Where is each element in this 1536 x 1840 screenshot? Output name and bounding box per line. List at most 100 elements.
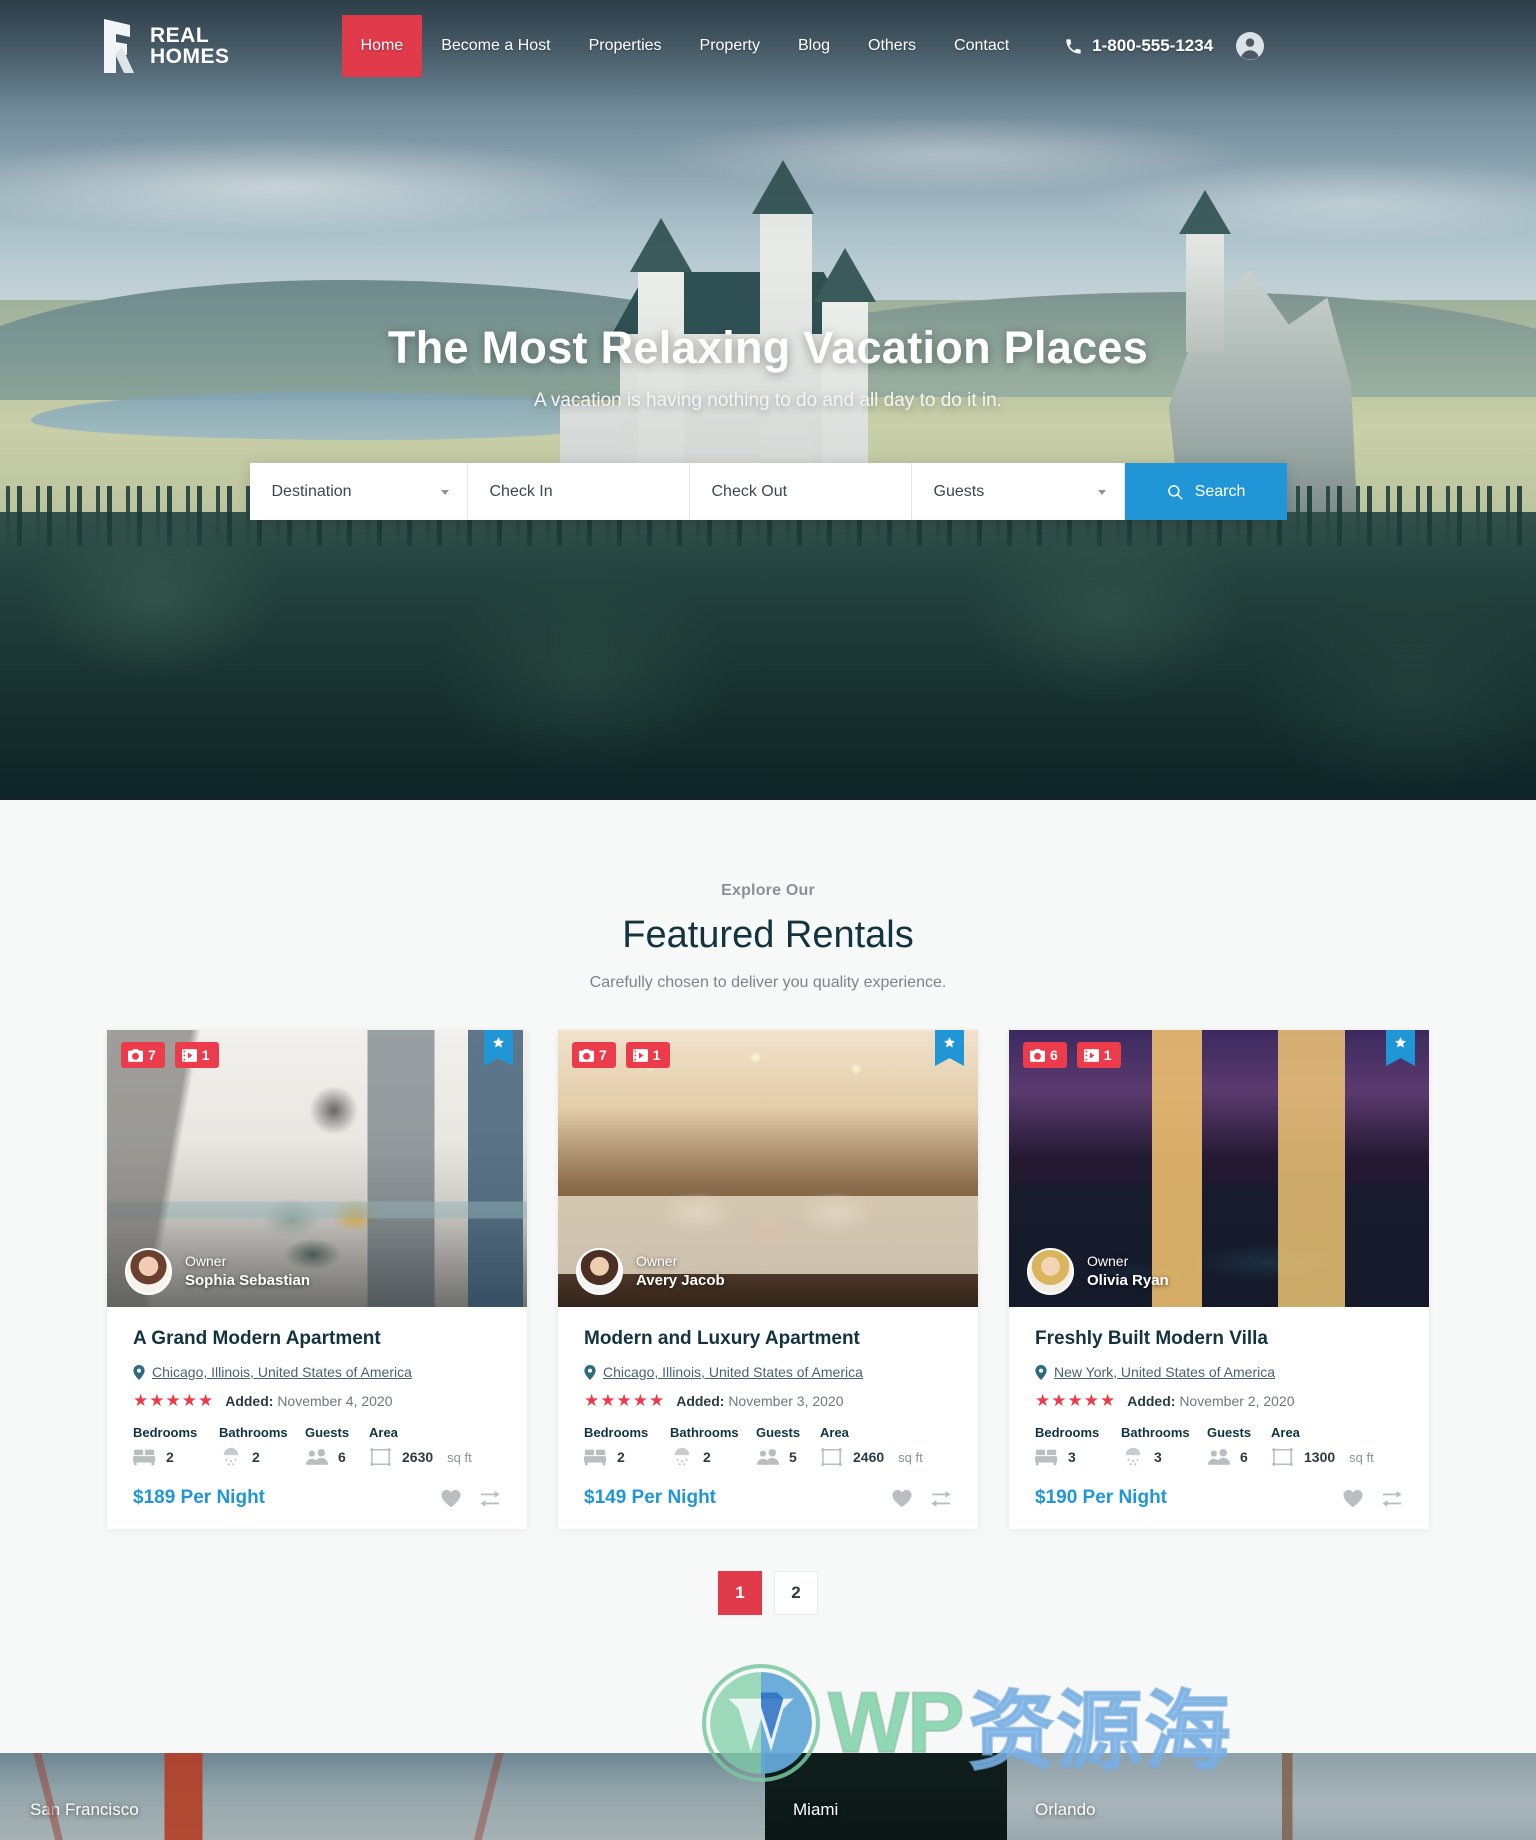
property-owner[interactable]: Owner Avery Jacob xyxy=(576,1248,725,1295)
spec-bathrooms: 2 xyxy=(670,1447,756,1467)
spec-header-bathrooms: Bathrooms xyxy=(1121,1425,1190,1440)
chevron-down-icon xyxy=(440,489,449,495)
spec-header-area: Area xyxy=(369,1425,398,1440)
pagination-page-1[interactable]: 1 xyxy=(718,1571,762,1615)
city-name: Miami xyxy=(793,1800,839,1819)
spec-area: 2630 sq ft xyxy=(369,1447,472,1467)
property-location[interactable]: Chicago, Illinois, United States of Amer… xyxy=(584,1364,952,1380)
nav-item-contact[interactable]: Contact xyxy=(935,15,1028,77)
camera-icon xyxy=(128,1048,143,1062)
property-image[interactable]: 7 1 xyxy=(107,1030,527,1307)
added-value: November 4, 2020 xyxy=(277,1392,393,1409)
guests-select[interactable]: Guests xyxy=(912,463,1125,520)
video-icon xyxy=(632,1048,648,1062)
property-footer: $189 Per Night xyxy=(133,1487,501,1509)
nav-item-home[interactable]: Home xyxy=(341,15,423,77)
photo-count: 7 xyxy=(599,1047,607,1063)
property-card[interactable]: 6 1 Owner Olivia Ryan Freshly Built Mode… xyxy=(1009,1030,1429,1529)
compare-icon[interactable] xyxy=(1381,1488,1403,1508)
photo-count: 6 xyxy=(1050,1047,1058,1063)
logo-line-1: REAL xyxy=(150,24,210,47)
guests-value: 5 xyxy=(789,1449,797,1465)
property-location[interactable]: Chicago, Illinois, United States of Amer… xyxy=(133,1364,501,1380)
nav-item-properties[interactable]: Properties xyxy=(570,15,681,77)
section-description: Carefully chosen to deliver you quality … xyxy=(589,974,947,991)
bathrooms-value: 2 xyxy=(252,1449,260,1465)
property-rating-row: ★★★★★ Added: November 2, 2020 xyxy=(1035,1392,1403,1409)
pagination-page-2[interactable]: 2 xyxy=(774,1571,818,1615)
owner-role: Owner xyxy=(636,1252,678,1269)
bathrooms-value: 3 xyxy=(1154,1449,1162,1465)
added-value: November 3, 2020 xyxy=(728,1392,844,1409)
compare-icon[interactable] xyxy=(930,1488,952,1508)
property-location-text: Chicago, Illinois, United States of Amer… xyxy=(603,1364,863,1380)
checkin-input[interactable]: Check In xyxy=(468,463,690,520)
heart-icon[interactable] xyxy=(440,1488,462,1508)
property-details: Modern and Luxury Apartment Chicago, Ill… xyxy=(558,1307,978,1529)
media-count-badges: 7 1 xyxy=(572,1042,670,1068)
spec-header-bedrooms: Bedrooms xyxy=(133,1425,198,1440)
property-title[interactable]: A Grand Modern Apartment xyxy=(133,1328,501,1350)
search-button[interactable]: Search xyxy=(1124,463,1287,520)
destination-select[interactable]: Destination xyxy=(250,463,468,520)
property-image[interactable]: 7 1 xyxy=(558,1030,978,1307)
nav-item-become-a-host[interactable]: Become a Host xyxy=(422,15,569,77)
heart-icon[interactable] xyxy=(891,1488,913,1508)
spec-headers: Bedrooms Bathrooms Guests Area xyxy=(584,1425,952,1440)
star-icon xyxy=(1395,1037,1406,1048)
nav-item-blog[interactable]: Blog xyxy=(779,15,849,77)
property-owner[interactable]: Owner Sophia Sebastian xyxy=(125,1248,310,1295)
property-card[interactable]: 7 1 xyxy=(107,1030,527,1529)
hero-section: REAL HOMES Home Become a Host Properties… xyxy=(0,0,1536,800)
owner-role: Owner xyxy=(1087,1252,1129,1269)
section-title: Featured Rentals xyxy=(622,914,914,956)
property-owner[interactable]: Owner Olivia Ryan xyxy=(1027,1248,1169,1295)
video-icon xyxy=(181,1048,197,1062)
property-actions xyxy=(891,1488,952,1508)
photo-count-badge[interactable]: 7 xyxy=(121,1042,165,1068)
spec-header-guests: Guests xyxy=(1207,1425,1252,1440)
property-title[interactable]: Modern and Luxury Apartment xyxy=(584,1328,952,1350)
logo-wordmark: REAL HOMES xyxy=(150,25,230,67)
city-name: San Francisco xyxy=(30,1800,139,1819)
spec-header-guests: Guests xyxy=(305,1425,350,1440)
property-card[interactable]: 7 1 xyxy=(558,1030,978,1529)
property-image[interactable]: 6 1 Owner Olivia Ryan xyxy=(1009,1030,1429,1307)
photo-count-badge[interactable]: 6 xyxy=(1023,1042,1067,1068)
city-tile-san-francisco[interactable]: San Francisco xyxy=(0,1753,765,1840)
photo-count-badge[interactable]: 7 xyxy=(572,1042,616,1068)
guests-value: 6 xyxy=(338,1449,346,1465)
property-footer: $190 Per Night xyxy=(1035,1487,1403,1509)
video-count: 1 xyxy=(1103,1047,1112,1063)
destination-value: Destination xyxy=(271,482,352,500)
heart-icon[interactable] xyxy=(1342,1488,1364,1508)
guests-icon xyxy=(756,1448,780,1465)
site-logo[interactable]: REAL HOMES xyxy=(100,15,230,77)
spec-header-bathrooms: Bathrooms xyxy=(219,1425,288,1440)
compare-icon[interactable] xyxy=(479,1488,501,1508)
logo-line-2: HOMES xyxy=(150,45,230,68)
checkout-input[interactable]: Check Out xyxy=(690,463,912,520)
property-location[interactable]: New York, United States of America xyxy=(1035,1364,1403,1380)
video-count-badge[interactable]: 1 xyxy=(1076,1042,1121,1068)
video-count-badge[interactable]: 1 xyxy=(174,1042,219,1068)
avatar xyxy=(1027,1248,1074,1295)
added-date: Added: November 4, 2020 xyxy=(225,1393,392,1409)
city-name: Orlando xyxy=(1035,1800,1096,1819)
video-count-badge[interactable]: 1 xyxy=(625,1042,670,1068)
rating-stars: ★★★★★ xyxy=(584,1391,666,1410)
property-price: $189 Per Night xyxy=(133,1487,265,1508)
section-eyebrow: Explore Our xyxy=(721,882,815,899)
header-phone[interactable]: 1-800-555-1234 xyxy=(1064,36,1213,56)
nav-item-property[interactable]: Property xyxy=(681,15,779,77)
nav-item-others[interactable]: Others xyxy=(849,15,935,77)
property-title[interactable]: Freshly Built Modern Villa xyxy=(1035,1328,1403,1350)
area-icon xyxy=(1272,1448,1293,1466)
city-tile-miami[interactable]: Miami xyxy=(765,1753,1007,1840)
user-account-icon[interactable] xyxy=(1235,31,1265,61)
property-location-text: Chicago, Illinois, United States of Amer… xyxy=(152,1364,412,1380)
city-tile-orlando[interactable]: Orlando xyxy=(1007,1753,1536,1840)
bedrooms-value: 2 xyxy=(166,1449,174,1465)
hero-subtitle: A vacation is having nothing to do and a… xyxy=(534,390,1002,411)
shower-icon xyxy=(674,1447,690,1466)
